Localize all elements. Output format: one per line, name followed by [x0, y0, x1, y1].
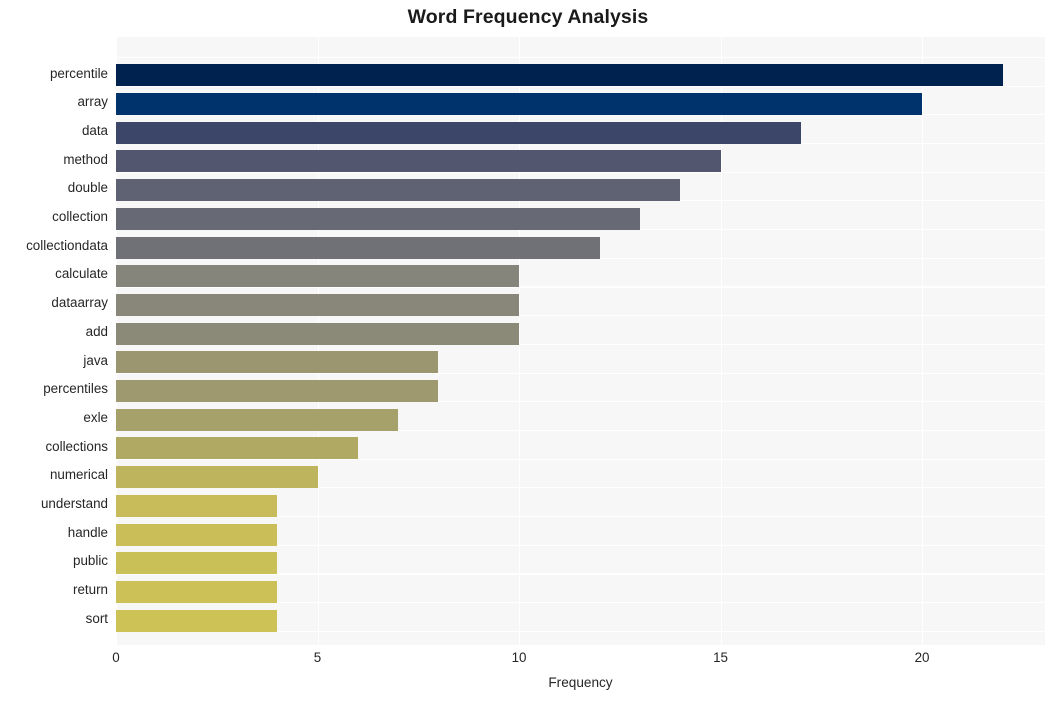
bar[interactable] — [116, 322, 520, 345]
x-axis-label: Frequency — [548, 675, 613, 690]
y-axis-tick-label: understand — [40, 496, 108, 511]
bar[interactable] — [116, 494, 278, 517]
x-axis-tick-label: 15 — [713, 650, 728, 665]
bar[interactable] — [116, 523, 278, 546]
x-axis-tick-label: 20 — [914, 650, 930, 665]
bar-row[interactable] — [116, 549, 1045, 578]
bar-row[interactable] — [116, 377, 1045, 406]
bar[interactable] — [116, 380, 439, 403]
bar-row[interactable] — [116, 348, 1045, 377]
x-axis-tick-labels: 0 5 10 15 20 — [0, 650, 1056, 672]
bar-row[interactable] — [116, 262, 1045, 291]
bar[interactable] — [116, 150, 721, 173]
y-axis-tick-label: percentile — [49, 65, 108, 81]
y-axis-tick-label: calculate — [55, 266, 108, 282]
bar-row[interactable] — [116, 205, 1045, 234]
y-axis-tick-label: handle — [67, 524, 108, 540]
bar[interactable] — [116, 179, 681, 202]
bar[interactable] — [116, 351, 439, 374]
y-axis-tick-label: public — [73, 553, 108, 569]
bar-row[interactable] — [116, 492, 1045, 521]
x-axis-tick-label: 10 — [511, 650, 527, 665]
bar[interactable] — [116, 207, 640, 230]
x-axis-tick-label: 0 — [112, 650, 120, 665]
chart-title: Word Frequency Analysis — [407, 6, 649, 28]
x-axis-tick-label: 5 — [313, 650, 322, 665]
bar-row[interactable] — [116, 61, 1045, 90]
bar[interactable] — [116, 265, 520, 288]
y-axis-tick-label: java — [83, 352, 108, 368]
y-axis-tick-label: return — [73, 582, 108, 598]
bar[interactable] — [116, 64, 1003, 87]
y-axis-tick-label: exle — [83, 409, 108, 425]
bar-row[interactable] — [116, 319, 1045, 348]
bar[interactable] — [116, 609, 278, 632]
bar-series — [116, 37, 1045, 645]
y-axis-tick-label: percentiles — [43, 381, 108, 397]
bar-row[interactable] — [116, 118, 1045, 147]
bar[interactable] — [116, 93, 923, 116]
bar-row[interactable] — [116, 434, 1045, 463]
bar[interactable] — [116, 437, 358, 460]
bar[interactable] — [116, 121, 802, 144]
y-axis-tick-label: numerical — [49, 467, 108, 483]
bar-row[interactable] — [116, 233, 1045, 262]
bar-row[interactable] — [116, 176, 1045, 205]
y-axis-tick-label: dataarray — [51, 295, 108, 311]
bar-row[interactable] — [116, 291, 1045, 320]
bar[interactable] — [116, 552, 278, 575]
y-axis-tick-label: double — [67, 180, 108, 196]
y-axis-tick-label: sort — [85, 610, 108, 626]
chart-figure: Word Frequency Analysis percentile array d… — [0, 0, 1056, 701]
y-axis-tick-labels: percentile array data method double collectio… — [0, 37, 108, 645]
bar-row[interactable] — [116, 147, 1045, 176]
y-axis-tick-label: method — [63, 151, 108, 167]
plot-area — [116, 37, 1045, 645]
bar-row[interactable] — [116, 520, 1045, 549]
y-axis-tick-label: collectiondata — [26, 237, 108, 253]
y-axis-tick-label: add — [85, 323, 108, 339]
bar-row[interactable] — [116, 463, 1045, 492]
bar[interactable] — [116, 408, 399, 431]
bar-row[interactable] — [116, 405, 1045, 434]
bar[interactable] — [116, 293, 520, 316]
bar-row[interactable] — [116, 578, 1045, 607]
y-axis-tick-label: collection — [52, 209, 108, 224]
y-axis-tick-label: collections — [45, 438, 108, 454]
bar[interactable] — [116, 466, 318, 489]
bar[interactable] — [116, 236, 600, 259]
bar-row[interactable] — [116, 90, 1045, 119]
bar-row[interactable] — [116, 606, 1045, 635]
bar[interactable] — [116, 580, 278, 603]
y-axis-tick-label: array — [77, 94, 108, 110]
y-axis-tick-label: data — [81, 122, 108, 138]
